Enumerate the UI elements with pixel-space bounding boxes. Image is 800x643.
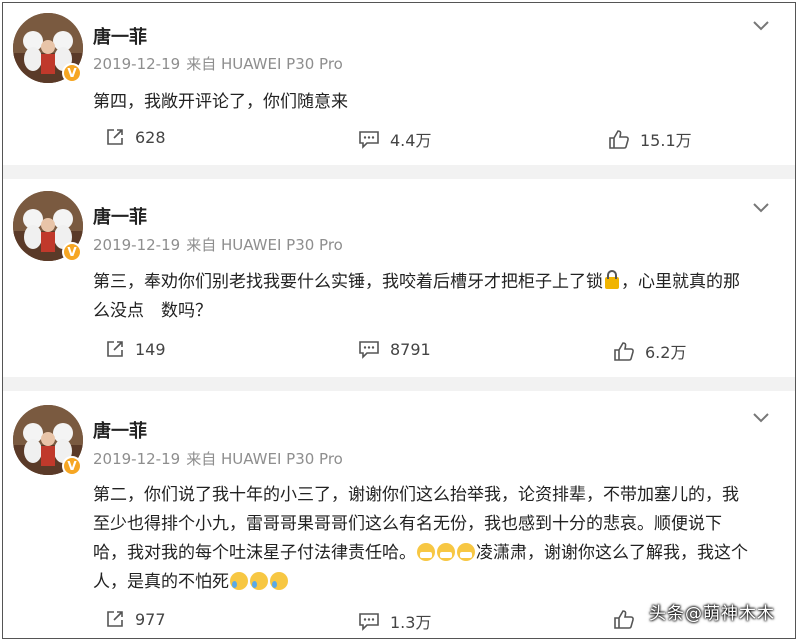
like-button[interactable]: 15.1万 (608, 127, 692, 151)
comment-icon (359, 613, 379, 631)
comment-button[interactable]: 8791 (358, 339, 431, 359)
like-icon (609, 130, 629, 149)
comment-count: 1.3万 (390, 613, 432, 632)
like-icon (614, 610, 634, 629)
post-text: 第二，你们说了我十年的小三了，谢谢你们这么抬举我，论资排辈，不带加塞儿的，我至少… (93, 481, 753, 597)
repost-button[interactable]: 149 (105, 339, 166, 359)
verified-badge-icon: V (62, 63, 82, 83)
chevron-down-icon[interactable] (751, 201, 771, 215)
comment-count: 4.4万 (390, 131, 432, 150)
post-text-part: 第四，我敞开评论了，你们随意来 (93, 92, 348, 112)
post-meta: 2019-12-19 来自 HUAWEI P30 Pro (93, 448, 349, 469)
repost-count: 149 (135, 339, 166, 359)
crying-laughing-emoji (270, 572, 288, 590)
weibo-feed: V 唐一菲 2019-12-19 来自 HUAWEI P30 Pro 第四，我敞开… (2, 2, 796, 639)
user-name[interactable]: 唐一菲 (93, 203, 147, 229)
repost-icon (107, 611, 123, 627)
repost-icon (107, 129, 123, 145)
post-date: 2019-12-19 (93, 55, 181, 73)
user-name[interactable]: 唐一菲 (93, 23, 147, 49)
like-count: 6.2万 (645, 343, 687, 362)
crying-laughing-emoji (230, 572, 248, 590)
divider (3, 165, 795, 179)
post-text: 第四，我敞开评论了，你们随意来 (93, 88, 753, 117)
comment-count: 8791 (390, 339, 431, 359)
post-date: 2019-12-19 (93, 236, 181, 254)
repost-button[interactable]: 628 (105, 127, 166, 147)
comment-icon (359, 131, 379, 149)
comment-button[interactable]: 4.4万 (358, 127, 431, 151)
post-meta: 2019-12-19 来自 HUAWEI P30 Pro (93, 234, 349, 255)
post-source: 来自 HUAWEI P30 Pro (186, 236, 343, 254)
post-source: 来自 HUAWEI P30 Pro (186, 450, 343, 468)
user-name[interactable]: 唐一菲 (93, 417, 147, 443)
like-icon (614, 342, 634, 361)
crying-laughing-emoji (250, 572, 268, 590)
comment-icon (359, 341, 379, 359)
like-button[interactable] (613, 609, 645, 629)
post-text: 第三，奉劝你们别老找我要什么实锤，我咬着后槽牙才把柜子上了锁 ，心里就真的那么没点… (93, 268, 753, 326)
divider (3, 377, 795, 391)
post-actions: 149 8791 6.2万 (3, 339, 795, 367)
post-card: V 唐一菲 2019-12-19 来自 HUAWEI P30 Pro 第三，奉劝你… (3, 179, 795, 377)
post-meta: 2019-12-19 来自 HUAWEI P30 Pro (93, 53, 349, 74)
repost-count: 628 (135, 127, 166, 147)
mask-emoji (437, 543, 455, 561)
post-source: 来自 HUAWEI P30 Pro (186, 55, 343, 73)
like-button[interactable]: 6.2万 (613, 339, 686, 363)
chevron-down-icon[interactable] (751, 411, 771, 425)
chevron-down-icon[interactable] (751, 19, 771, 33)
verified-badge-icon: V (62, 456, 82, 476)
post-date: 2019-12-19 (93, 450, 181, 468)
repost-count: 977 (135, 609, 166, 629)
repost-button[interactable]: 977 (105, 609, 166, 629)
mask-emoji (457, 543, 475, 561)
mask-emoji (417, 543, 435, 561)
lock-emoji (605, 270, 619, 289)
watermark: 头条@萌神木木 (649, 604, 775, 624)
like-count: 15.1万 (640, 131, 692, 150)
verified-badge-icon: V (62, 242, 82, 262)
post-actions: 628 4.4万 15.1万 (3, 127, 795, 155)
post-text-part: 第三，奉劝你们别老找我要什么实锤，我咬着后槽牙才把柜子上了锁 (93, 272, 603, 292)
post-card: V 唐一菲 2019-12-19 来自 HUAWEI P30 Pro 第四，我敞开… (3, 3, 795, 165)
repost-icon (107, 341, 123, 357)
comment-button[interactable]: 1.3万 (358, 609, 431, 633)
